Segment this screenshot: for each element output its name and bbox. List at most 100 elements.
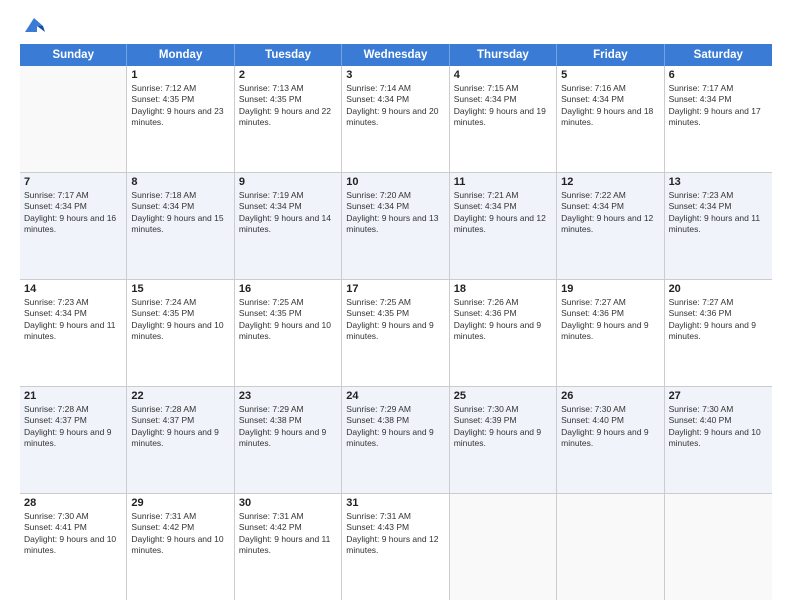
day-number: 10 <box>346 176 444 188</box>
day-info: Sunrise: 7:29 AM Sunset: 4:38 PM Dayligh… <box>239 404 337 450</box>
day-number: 24 <box>346 390 444 402</box>
logo-icon <box>23 16 45 34</box>
day-info: Sunrise: 7:14 AM Sunset: 4:34 PM Dayligh… <box>346 83 444 129</box>
header <box>20 18 772 34</box>
day-cell-empty <box>20 66 127 172</box>
day-number: 7 <box>24 176 122 188</box>
day-number: 6 <box>669 69 768 81</box>
calendar-week-1: 1 Sunrise: 7:12 AM Sunset: 4:35 PM Daylig… <box>20 66 772 173</box>
header-day-monday: Monday <box>127 44 234 66</box>
day-cell-1: 1 Sunrise: 7:12 AM Sunset: 4:35 PM Daylig… <box>127 66 234 172</box>
day-info: Sunrise: 7:30 AM Sunset: 4:39 PM Dayligh… <box>454 404 552 450</box>
day-info: Sunrise: 7:28 AM Sunset: 4:37 PM Dayligh… <box>24 404 122 450</box>
day-cell-11: 11 Sunrise: 7:21 AM Sunset: 4:34 PM Dayli… <box>450 173 557 279</box>
day-cell-17: 17 Sunrise: 7:25 AM Sunset: 4:35 PM Dayli… <box>342 280 449 386</box>
day-number: 15 <box>131 283 229 295</box>
day-cell-13: 13Sunrise: 7:23 AM Sunset: 4:34 PM Dayli… <box>665 173 772 279</box>
day-info: Sunrise: 7:25 AM Sunset: 4:35 PM Dayligh… <box>346 297 444 343</box>
day-number: 8 <box>131 176 229 188</box>
day-info: Sunrise: 7:23 AM Sunset: 4:34 PM Dayligh… <box>669 190 768 236</box>
day-number: 2 <box>239 69 337 81</box>
page: SundayMondayTuesdayWednesdayThursdayFrid… <box>0 0 792 612</box>
day-cell-9: 9Sunrise: 7:19 AM Sunset: 4:34 PM Daylig… <box>235 173 342 279</box>
day-info: Sunrise: 7:20 AM Sunset: 4:34 PM Dayligh… <box>346 190 444 236</box>
day-cell-30: 30 Sunrise: 7:31 AM Sunset: 4:42 PM Dayli… <box>235 494 342 600</box>
day-cell-empty <box>665 494 772 600</box>
day-info: Sunrise: 7:22 AM Sunset: 4:34 PM Dayligh… <box>561 190 659 236</box>
day-number: 27 <box>669 390 768 402</box>
day-number: 16 <box>239 283 337 295</box>
day-info: Sunrise: 7:25 AM Sunset: 4:35 PM Dayligh… <box>239 297 337 343</box>
calendar-week-4: 21 Sunrise: 7:28 AM Sunset: 4:37 PM Dayli… <box>20 387 772 494</box>
day-cell-empty <box>557 494 664 600</box>
day-number: 12 <box>561 176 659 188</box>
day-number: 3 <box>346 69 444 81</box>
day-number: 23 <box>239 390 337 402</box>
calendar-week-3: 14 Sunrise: 7:23 AM Sunset: 4:34 PM Dayli… <box>20 280 772 387</box>
day-number: 21 <box>24 390 122 402</box>
day-cell-20: 20 Sunrise: 7:27 AM Sunset: 4:36 PM Dayli… <box>665 280 772 386</box>
day-cell-31: 31Sunrise: 7:31 AM Sunset: 4:43 PM Dayli… <box>342 494 449 600</box>
day-cell-18: 18Sunrise: 7:26 AM Sunset: 4:36 PM Dayli… <box>450 280 557 386</box>
logo <box>20 18 45 34</box>
header-day-friday: Friday <box>557 44 664 66</box>
day-cell-7: 7 Sunrise: 7:17 AM Sunset: 4:34 PM Daylig… <box>20 173 127 279</box>
day-number: 14 <box>24 283 122 295</box>
day-info: Sunrise: 7:27 AM Sunset: 4:36 PM Dayligh… <box>561 297 659 343</box>
calendar-body: 1 Sunrise: 7:12 AM Sunset: 4:35 PM Daylig… <box>20 66 772 600</box>
day-info: Sunrise: 7:28 AM Sunset: 4:37 PM Dayligh… <box>131 404 229 450</box>
day-cell-26: 26Sunrise: 7:30 AM Sunset: 4:40 PM Dayli… <box>557 387 664 493</box>
day-cell-8: 8Sunrise: 7:18 AM Sunset: 4:34 PM Daylig… <box>127 173 234 279</box>
day-cell-15: 15 Sunrise: 7:24 AM Sunset: 4:35 PM Dayli… <box>127 280 234 386</box>
header-day-saturday: Saturday <box>665 44 772 66</box>
calendar-week-2: 7 Sunrise: 7:17 AM Sunset: 4:34 PM Daylig… <box>20 173 772 280</box>
day-number: 20 <box>669 283 768 295</box>
day-info: Sunrise: 7:13 AM Sunset: 4:35 PM Dayligh… <box>239 83 337 129</box>
day-number: 5 <box>561 69 659 81</box>
day-number: 18 <box>454 283 552 295</box>
day-number: 26 <box>561 390 659 402</box>
day-number: 9 <box>239 176 337 188</box>
day-number: 11 <box>454 176 552 188</box>
day-cell-19: 19Sunrise: 7:27 AM Sunset: 4:36 PM Dayli… <box>557 280 664 386</box>
day-number: 25 <box>454 390 552 402</box>
day-info: Sunrise: 7:21 AM Sunset: 4:34 PM Dayligh… <box>454 190 552 236</box>
day-info: Sunrise: 7:30 AM Sunset: 4:40 PM Dayligh… <box>669 404 768 450</box>
day-info: Sunrise: 7:24 AM Sunset: 4:35 PM Dayligh… <box>131 297 229 343</box>
day-info: Sunrise: 7:29 AM Sunset: 4:38 PM Dayligh… <box>346 404 444 450</box>
day-info: Sunrise: 7:17 AM Sunset: 4:34 PM Dayligh… <box>669 83 768 129</box>
day-number: 17 <box>346 283 444 295</box>
day-cell-22: 22 Sunrise: 7:28 AM Sunset: 4:37 PM Dayli… <box>127 387 234 493</box>
day-info: Sunrise: 7:30 AM Sunset: 4:41 PM Dayligh… <box>24 511 122 557</box>
day-number: 30 <box>239 497 337 509</box>
day-cell-29: 29Sunrise: 7:31 AM Sunset: 4:42 PM Dayli… <box>127 494 234 600</box>
day-info: Sunrise: 7:31 AM Sunset: 4:42 PM Dayligh… <box>131 511 229 557</box>
calendar: SundayMondayTuesdayWednesdayThursdayFrid… <box>20 44 772 600</box>
day-info: Sunrise: 7:31 AM Sunset: 4:42 PM Dayligh… <box>239 511 337 557</box>
day-info: Sunrise: 7:23 AM Sunset: 4:34 PM Dayligh… <box>24 297 122 343</box>
header-day-thursday: Thursday <box>450 44 557 66</box>
day-cell-28: 28 Sunrise: 7:30 AM Sunset: 4:41 PM Dayli… <box>20 494 127 600</box>
day-cell-6: 6 Sunrise: 7:17 AM Sunset: 4:34 PM Daylig… <box>665 66 772 172</box>
day-info: Sunrise: 7:12 AM Sunset: 4:35 PM Dayligh… <box>131 83 229 129</box>
day-number: 4 <box>454 69 552 81</box>
day-cell-24: 24 Sunrise: 7:29 AM Sunset: 4:38 PM Dayli… <box>342 387 449 493</box>
day-number: 28 <box>24 497 122 509</box>
day-cell-12: 12 Sunrise: 7:22 AM Sunset: 4:34 PM Dayli… <box>557 173 664 279</box>
day-number: 1 <box>131 69 229 81</box>
day-cell-23: 23 Sunrise: 7:29 AM Sunset: 4:38 PM Dayli… <box>235 387 342 493</box>
header-day-tuesday: Tuesday <box>235 44 342 66</box>
day-cell-16: 16 Sunrise: 7:25 AM Sunset: 4:35 PM Dayli… <box>235 280 342 386</box>
day-cell-21: 21 Sunrise: 7:28 AM Sunset: 4:37 PM Dayli… <box>20 387 127 493</box>
day-cell-25: 25 Sunrise: 7:30 AM Sunset: 4:39 PM Dayli… <box>450 387 557 493</box>
header-day-wednesday: Wednesday <box>342 44 449 66</box>
day-info: Sunrise: 7:17 AM Sunset: 4:34 PM Dayligh… <box>24 190 122 236</box>
header-day-sunday: Sunday <box>20 44 127 66</box>
day-cell-3: 3 Sunrise: 7:14 AM Sunset: 4:34 PM Daylig… <box>342 66 449 172</box>
day-cell-2: 2 Sunrise: 7:13 AM Sunset: 4:35 PM Daylig… <box>235 66 342 172</box>
day-info: Sunrise: 7:16 AM Sunset: 4:34 PM Dayligh… <box>561 83 659 129</box>
day-cell-14: 14 Sunrise: 7:23 AM Sunset: 4:34 PM Dayli… <box>20 280 127 386</box>
day-number: 22 <box>131 390 229 402</box>
day-cell-27: 27 Sunrise: 7:30 AM Sunset: 4:40 PM Dayli… <box>665 387 772 493</box>
day-info: Sunrise: 7:27 AM Sunset: 4:36 PM Dayligh… <box>669 297 768 343</box>
